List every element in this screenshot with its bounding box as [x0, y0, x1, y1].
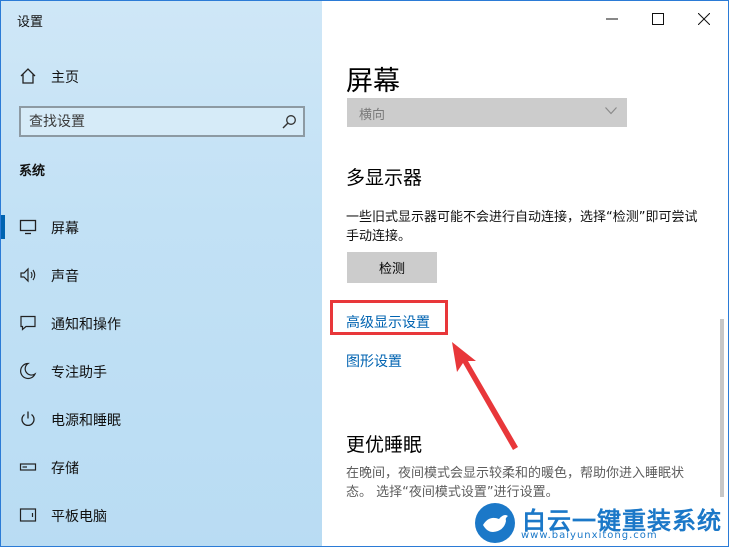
sidebar-item-home[interactable]: 主页: [1, 63, 322, 91]
annotation-highlight-box: [330, 300, 448, 335]
selection-indicator: [1, 215, 5, 239]
sidebar-item-notifications[interactable]: 通知和操作: [1, 303, 322, 343]
sidebar-item-focus-assist[interactable]: 专注助手: [1, 351, 322, 391]
orientation-dropdown[interactable]: 横向: [347, 98, 627, 127]
search-icon[interactable]: [281, 114, 297, 130]
sleep-description: 在晚间，夜间模式会显示较柔和的暖色，帮助你进入睡眠状态。 选择“夜间模式设置”进…: [346, 466, 685, 500]
graphics-settings-link[interactable]: 图形设置: [346, 351, 402, 371]
section-heading-sleep: 更优睡眠: [346, 434, 423, 456]
search-box[interactable]: [19, 106, 305, 137]
bird-icon: [483, 515, 508, 532]
minimize-button[interactable]: [589, 7, 635, 31]
sidebar-item-label: 电源和睡眠: [51, 413, 121, 429]
sidebar-item-tablet[interactable]: 平板电脑: [1, 495, 322, 535]
power-icon: [21, 411, 35, 426]
chevron-down-icon: [605, 107, 617, 115]
sidebar-item-display[interactable]: 屏幕: [1, 207, 322, 247]
section-heading-multi-display: 多显示器: [346, 167, 423, 189]
sidebar-item-storage[interactable]: 存储: [1, 447, 322, 487]
sidebar-item-label: 主页: [51, 70, 79, 86]
page-title: 屏幕: [346, 66, 400, 97]
sidebar-item-label: 平板电脑: [51, 509, 107, 525]
close-button[interactable]: [681, 7, 727, 31]
tablet-icon: [19, 508, 37, 522]
sidebar-item-label: 通知和操作: [51, 317, 121, 333]
watermark-url: www.baiyunxitong.com: [521, 530, 658, 541]
close-icon: [698, 13, 710, 25]
sidebar-item-label: 声音: [51, 269, 79, 285]
sidebar-item-power-sleep[interactable]: 电源和睡眠: [1, 399, 322, 439]
home-icon: [20, 68, 36, 84]
multi-display-description: 一些旧式显示器可能不会进行自动连接，选择“检测”即可尝试手动连接。: [346, 210, 698, 244]
speaker-icon: [20, 267, 36, 283]
minimize-icon: [606, 18, 618, 20]
section-label-system: 系统: [19, 164, 46, 179]
sidebar: 设置 主页 系统 屏幕: [1, 1, 322, 546]
content-pane: 屏幕 横向 多显示器 一些旧式显示器可能不会进行自动连接，选择“检测”即可尝试手…: [322, 1, 728, 546]
storage-icon: [19, 463, 37, 471]
settings-window: 设置 主页 系统 屏幕: [0, 0, 729, 547]
sidebar-item-sound[interactable]: 声音: [1, 255, 322, 295]
watermark-logo: [475, 503, 515, 543]
sidebar-item-label: 存储: [51, 461, 79, 477]
maximize-button[interactable]: [635, 7, 681, 31]
notification-icon: [20, 315, 36, 331]
monitor-icon: [19, 219, 37, 235]
moon-icon: [20, 362, 37, 380]
sidebar-item-label: 屏幕: [51, 221, 79, 237]
dropdown-value: 横向: [359, 108, 386, 123]
maximize-icon: [652, 13, 664, 25]
window-title: 设置: [17, 15, 44, 30]
scrollbar-thumb[interactable]: [720, 319, 724, 497]
sidebar-item-label: 专注助手: [51, 365, 107, 381]
search-input[interactable]: [29, 113, 269, 131]
detect-button[interactable]: 检测: [347, 252, 437, 283]
